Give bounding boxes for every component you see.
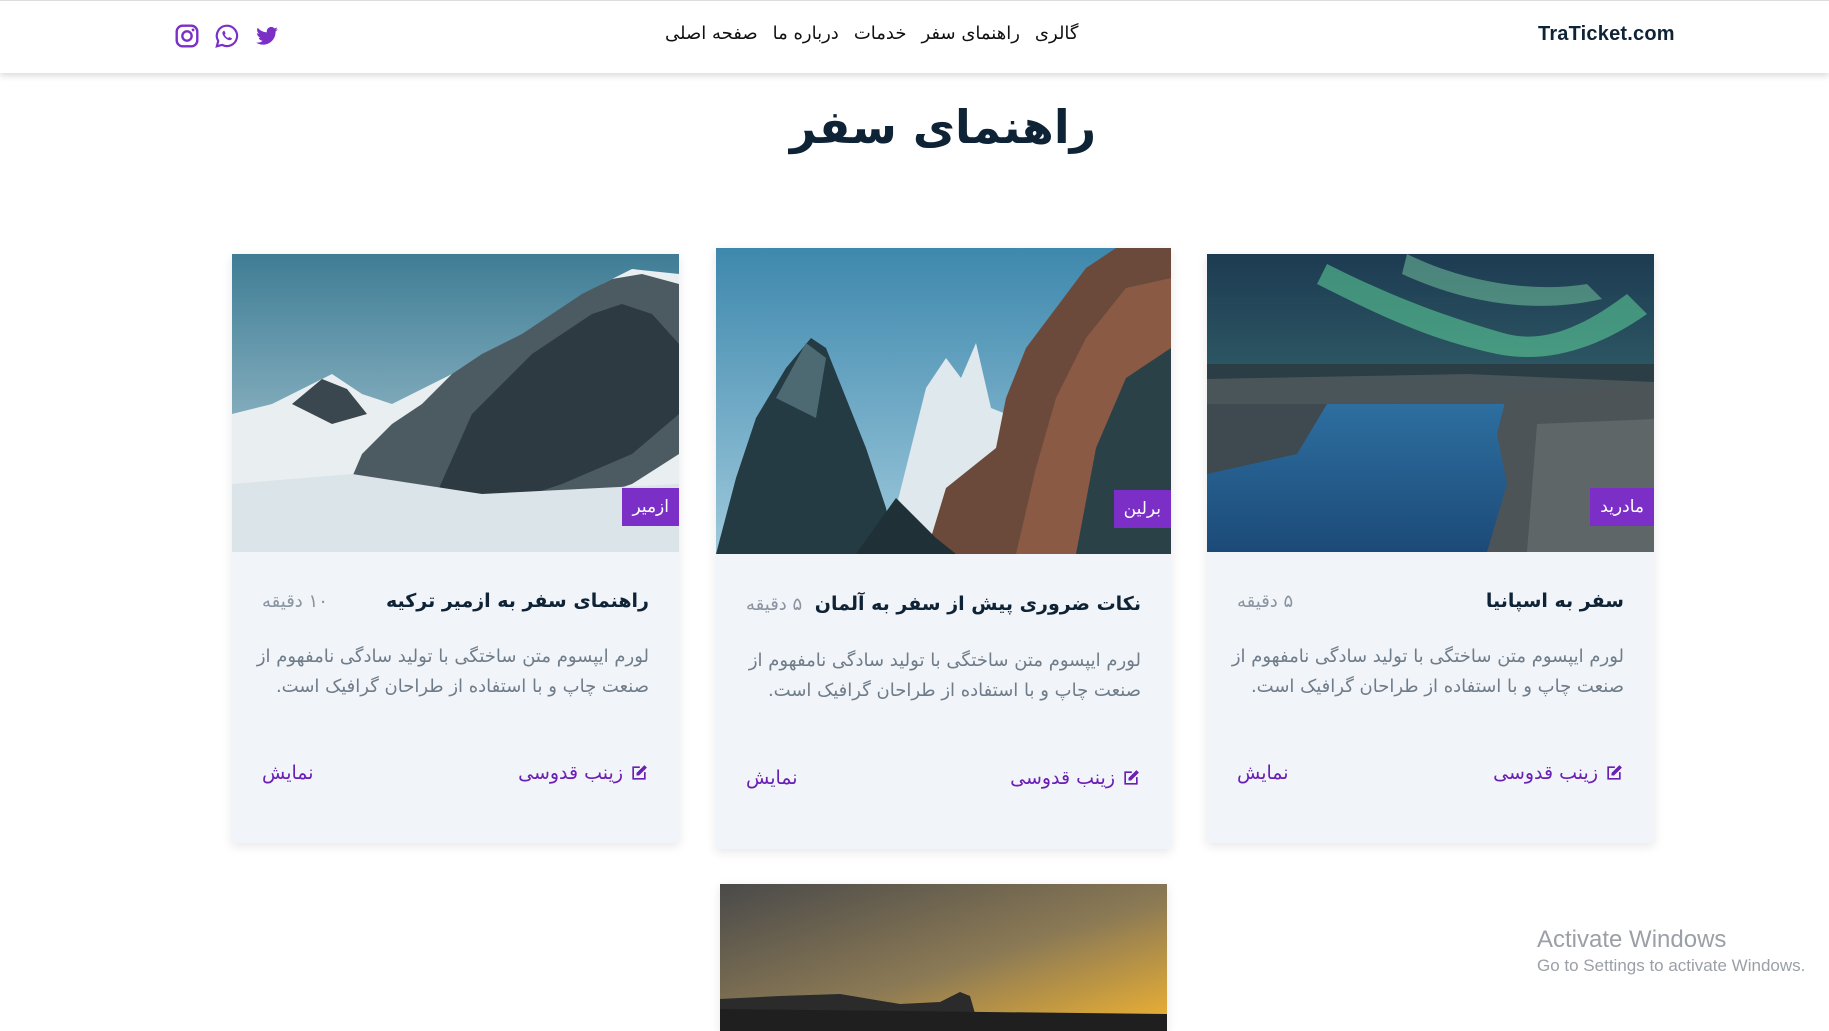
show-link[interactable]: نمایش	[262, 762, 314, 784]
card-author[interactable]: زینب قدوسی	[1010, 767, 1141, 789]
card-title[interactable]: راهنمای سفر به ازمیر ترکیه	[386, 590, 649, 612]
card-description: لورم ایپسوم متن ساختگی با تولید سادگی نا…	[1231, 646, 1624, 697]
card-description: لورم ایپسوم متن ساختگی با تولید سادگی نا…	[256, 646, 649, 697]
card-author[interactable]: زینب قدوسی	[518, 762, 649, 784]
card-title[interactable]: سفر به اسپانیا	[1486, 590, 1624, 612]
edit-icon	[1607, 765, 1622, 780]
show-link[interactable]: نمایش	[1237, 762, 1289, 784]
edit-icon	[632, 765, 647, 780]
aurora-river-photo	[1207, 254, 1654, 552]
show-link[interactable]: نمایش	[746, 767, 798, 789]
nav-item-travel-guide[interactable]: راهنمای سفر	[921, 23, 1019, 44]
nav-item-home[interactable]: صفحه اصلی	[665, 23, 758, 44]
read-time: ۵ دقیقه	[1237, 591, 1294, 612]
edit-icon	[1124, 770, 1139, 785]
twitter-icon[interactable]	[254, 23, 280, 49]
rocky-peaks-photo	[716, 248, 1171, 554]
city-tag[interactable]: برلین	[1113, 490, 1171, 528]
author-name: زینب قدوسی	[518, 762, 623, 784]
author-name: زینب قدوسی	[1010, 767, 1115, 789]
guide-card-izmir[interactable]: ازمیر راهنمای سفر به ازمیر ترکیه ۱۰ دقیق…	[232, 254, 679, 843]
watermark-title: Activate Windows	[1537, 926, 1727, 953]
brand-logo[interactable]: TraTicket.com	[1538, 23, 1675, 46]
read-time: ۱۰ دقیقه	[262, 591, 328, 612]
snowy-mountains-photo	[232, 254, 679, 552]
top-navbar: TraTicket.com صفحه اصلی درباره ما خدمات …	[0, 0, 1829, 73]
guide-card-madrid[interactable]: مادرید سفر به اسپانیا ۵ دقیقه لورم ایپسو…	[1207, 254, 1654, 843]
social-links	[174, 23, 280, 49]
nav-item-about[interactable]: درباره ما	[773, 23, 839, 44]
guide-card-partial[interactable]	[720, 884, 1167, 1031]
nav-item-services[interactable]: خدمات	[854, 23, 907, 44]
city-tag[interactable]: مادرید	[1590, 488, 1654, 526]
card-author[interactable]: زینب قدوسی	[1493, 762, 1624, 784]
nav-item-gallery[interactable]: گالری	[1035, 23, 1079, 44]
author-name: زینب قدوسی	[1493, 762, 1598, 784]
main-nav: صفحه اصلی درباره ما خدمات راهنمای سفر گا…	[665, 23, 1115, 44]
card-description: لورم ایپسوم متن ساختگی با تولید سادگی نا…	[748, 650, 1141, 701]
guide-card-berlin[interactable]: برلین نکات ضروری پیش از سفر به آلمان ۵ د…	[716, 248, 1171, 849]
instagram-icon[interactable]	[174, 23, 200, 49]
sunset-mountains-photo	[720, 884, 1167, 1031]
read-time: ۵ دقیقه	[746, 594, 803, 615]
whatsapp-icon[interactable]	[214, 23, 240, 49]
city-tag[interactable]: ازمیر	[622, 488, 679, 526]
watermark-subtitle: Go to Settings to activate Windows.	[1537, 956, 1806, 975]
card-title[interactable]: نکات ضروری پیش از سفر به آلمان	[815, 593, 1141, 615]
page-title: راهنمای سفر	[789, 100, 1097, 154]
windows-activation-watermark: Activate Windows Go to Settings to activ…	[1537, 925, 1805, 976]
